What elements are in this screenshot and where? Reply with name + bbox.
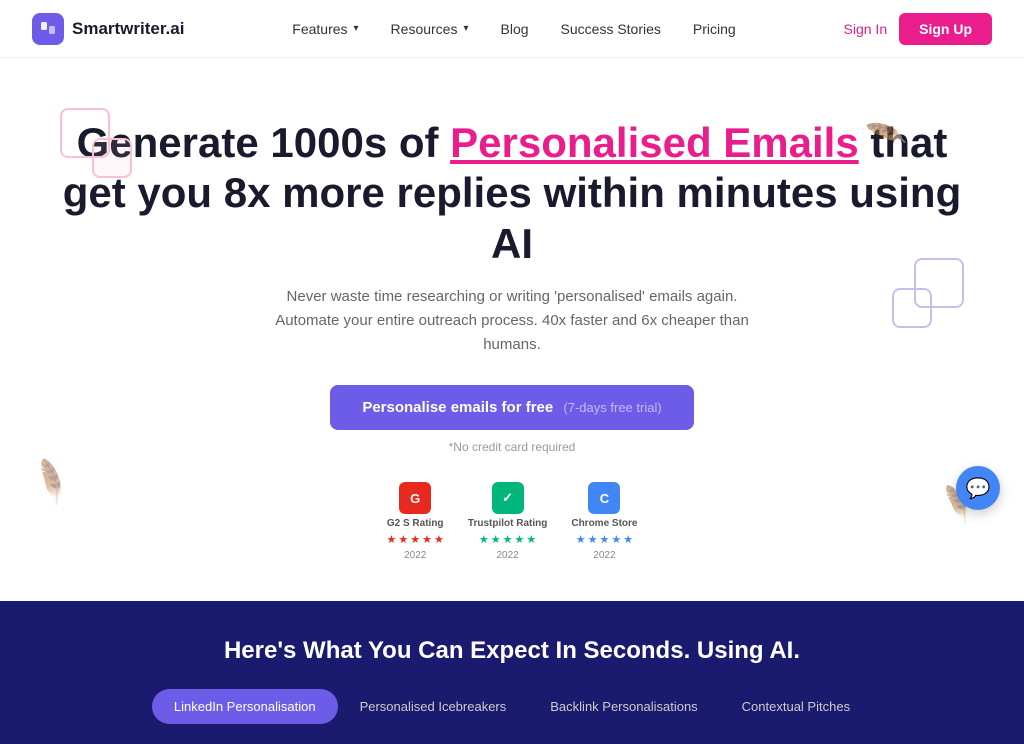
nav-features[interactable]: Features ▾ [292, 21, 358, 37]
cs-stars: ★ ★ ★ ★ ★ [576, 533, 633, 546]
chrome-rating: C Chrome Store ★ ★ ★ ★ ★ 2022 [571, 482, 637, 561]
nav-resources[interactable]: Resources ▾ [391, 21, 469, 37]
trustpilot-logo: ✓ [492, 482, 524, 514]
cs-label: Chrome Store [571, 518, 637, 529]
brand-name: Smartwriter.ai [72, 19, 184, 39]
tp-label: Trustpilot Rating [468, 518, 547, 529]
cs-year: 2022 [593, 550, 615, 561]
cta-button[interactable]: Personalise emails for free (7-days free… [330, 385, 693, 430]
nav-pricing[interactable]: Pricing [693, 21, 736, 37]
chat-button[interactable]: 💬 [956, 466, 1000, 510]
g2-rating: G G2 S Rating ★ ★ ★ ★ ★ 2022 [387, 482, 444, 561]
hero-title: Generate 1000s of Personalised Emails th… [40, 118, 984, 269]
g2-logo: G [399, 482, 431, 514]
sign-in-button[interactable]: Sign In [844, 21, 888, 37]
tab-icebreakers[interactable]: Personalised Icebreakers [338, 689, 529, 724]
bottom-title: Here's What You Can Expect In Seconds. U… [40, 637, 984, 665]
ratings-row: G G2 S Rating ★ ★ ★ ★ ★ 2022 ✓ Trustpilo… [40, 482, 984, 561]
feature-tabs: LinkedIn Personalisation Personalised Ic… [40, 689, 984, 724]
tab-contextual[interactable]: Contextual Pitches [720, 689, 872, 724]
no-credit-card-note: *No credit card required [40, 440, 984, 454]
chat-icon: 💬 [966, 476, 991, 501]
nav-success-stories[interactable]: Success Stories [561, 21, 661, 37]
navigation: Smartwriter.ai Features ▾ Resources ▾ Bl… [0, 0, 1024, 58]
hero-section: 🪶 🪶 🪶 Generate 1000s of Personalised Ema… [0, 58, 1024, 601]
logo[interactable]: Smartwriter.ai [32, 13, 184, 45]
bottom-section: Here's What You Can Expect In Seconds. U… [0, 601, 1024, 744]
tab-backlink[interactable]: Backlink Personalisations [528, 689, 719, 724]
tp-year: 2022 [496, 550, 518, 561]
logo-icon [32, 13, 64, 45]
nav-blog[interactable]: Blog [501, 21, 529, 37]
nav-actions: Sign In Sign Up [844, 13, 992, 45]
sign-up-button[interactable]: Sign Up [899, 13, 992, 45]
chevron-down-icon: ▾ [463, 23, 468, 34]
chrome-logo: C [588, 482, 620, 514]
cta-container: Personalise emails for free (7-days free… [40, 385, 984, 440]
g2-label: G2 S Rating [387, 518, 444, 529]
nav-links: Features ▾ Resources ▾ Blog Success Stor… [292, 21, 735, 37]
tab-linkedin[interactable]: LinkedIn Personalisation [152, 689, 338, 724]
hero-subtitle: Never waste time researching or writing … [272, 285, 752, 357]
tp-stars: ★ ★ ★ ★ ★ [479, 533, 536, 546]
g2-stars: ★ ★ ★ ★ ★ [387, 533, 444, 546]
g2-year: 2022 [404, 550, 426, 561]
chevron-down-icon: ▾ [354, 23, 359, 34]
trustpilot-rating: ✓ Trustpilot Rating ★ ★ ★ ★ ★ 2022 [468, 482, 547, 561]
